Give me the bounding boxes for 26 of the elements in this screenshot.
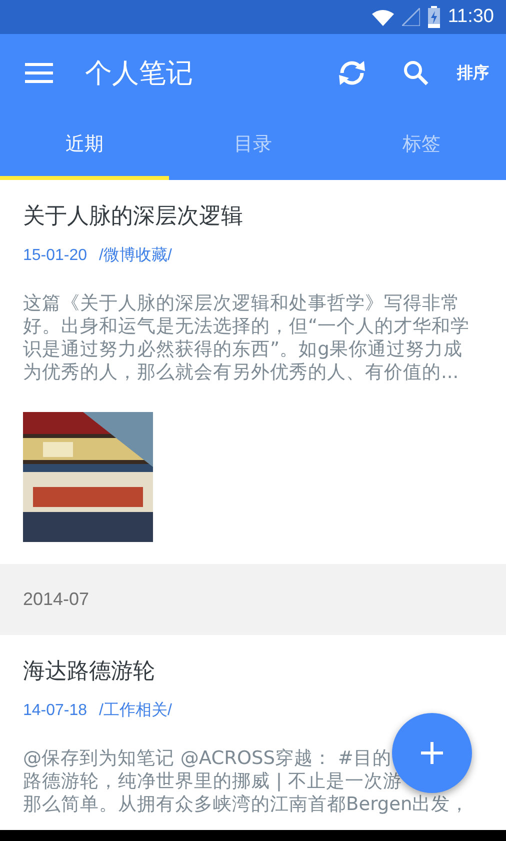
month-label: 2014-07 (23, 589, 90, 610)
wifi-icon (372, 8, 394, 26)
search-button[interactable] (403, 60, 429, 86)
note-title: 海达路德游轮 (23, 658, 156, 686)
plus-icon (421, 742, 443, 764)
menu-icon[interactable] (25, 63, 53, 83)
excerpt-line: 那么简单。从拥有众多峡湾的江南首都Bergen出发， (23, 794, 470, 815)
note-date: 15-01-20 (23, 246, 88, 266)
excerpt-line: 识是通过努力必然获得的东西”。如g果你通过努力成 (23, 339, 462, 360)
tab[interactable]: 标签 (337, 112, 506, 180)
excerpt-line: 这篇《关于人脉的深层次逻辑和处事哲学》写得非常 (23, 293, 460, 314)
excerpt-line: 路德游轮，纯净世界里的挪威 | 不止是一次游 (23, 771, 402, 792)
battery-icon (428, 6, 440, 28)
sync-button[interactable] (337, 60, 367, 86)
note-folder[interactable]: /工作相关/ (99, 701, 172, 721)
clock-time: 11:30 (448, 6, 494, 28)
signal-icon (402, 8, 420, 26)
note-title: 关于人脉的深层次逻辑 (23, 203, 244, 231)
tab[interactable]: 目录 (168, 112, 338, 180)
excerpt-line: 好。出身和运气是无法选择的，但“一个人的才华和学 (23, 316, 470, 337)
sort-button[interactable]: 排序 (457, 62, 489, 84)
app-title: 个人笔记 (85, 57, 194, 91)
note-folder[interactable]: /微博收藏/ (99, 246, 172, 266)
excerpt-line: 为优秀的人，那么就会有另外优秀的人、有价值的... (23, 362, 459, 383)
excerpt-line: @保存到为知笔记 @ACROSS穿越： #目的 (23, 748, 392, 769)
note-date: 14-07-18 (23, 701, 88, 721)
